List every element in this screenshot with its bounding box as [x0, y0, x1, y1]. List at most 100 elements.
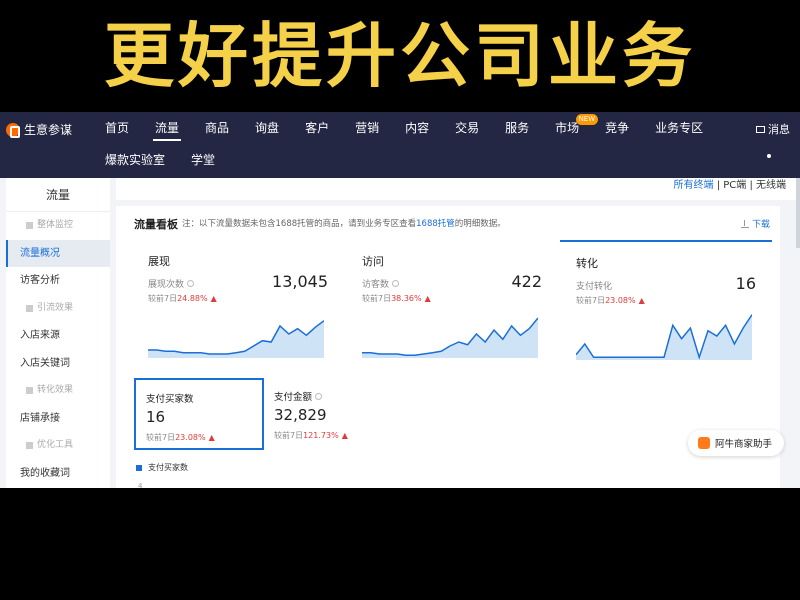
nav-item-academy[interactable]: 学堂	[178, 144, 228, 176]
nav-item-traffic[interactable]: 流量	[142, 112, 192, 144]
chart-legend: 支付买家数	[136, 462, 188, 473]
card-title: 转化	[576, 257, 598, 270]
brand-name: 生意参谋	[24, 123, 73, 137]
sidebar-item-saved-keywords[interactable]: 我的收藏词	[6, 460, 110, 488]
screen-frame: 更好提升公司业务 生意参谋 首页 流量 商品 询盘 客户 营销 内容 交易 服务…	[0, 0, 800, 600]
top-navigation: 生意参谋 首页 流量 商品 询盘 客户 营销 内容 交易 服务 市场 NEW 竞争…	[0, 112, 800, 178]
brand[interactable]: 生意参谋	[6, 121, 72, 138]
sidebar-item-conversion-effect[interactable]: 转化效果	[6, 377, 110, 405]
up-arrow-icon: ▲	[424, 294, 431, 303]
card-value: 422	[511, 272, 542, 291]
terminal-sep: |	[713, 180, 724, 191]
legend-swatch	[136, 464, 142, 471]
metric-card-paying-buyers[interactable]: 支付买家数 16 较前7日23.08% ▲	[134, 378, 264, 450]
help-icon[interactable]	[392, 280, 400, 287]
sidebar-item-entry-keywords[interactable]: 入店关键词	[6, 350, 110, 378]
trend-chart	[148, 320, 324, 358]
nav-item-hot-lab[interactable]: 爆款实验室	[92, 144, 178, 176]
nav-item-home[interactable]: 首页	[92, 112, 142, 144]
card-metric-label: 访客数	[362, 277, 400, 290]
up-arrow-icon: ▲	[638, 296, 645, 305]
traffic-dashboard-panel: 流量看板 注：以下流量数据未包含1688托管的商品，请到业务专区查看1688托管…	[116, 206, 780, 488]
nav-item-service[interactable]: 服务	[492, 112, 542, 144]
terminal-filter: 所有终端 | PC端 | 无线端	[116, 178, 798, 200]
folder-icon	[26, 442, 33, 450]
card-metric-label: 展现次数	[148, 277, 195, 290]
metric-card-visits[interactable]: 访问 访客数 422 较前7日38.36% ▲	[346, 240, 558, 364]
messages-label: 消息	[768, 123, 790, 136]
terminal-sep: |	[746, 180, 756, 191]
metric-card-impressions[interactable]: 展现 展现次数 13,045 较前7日24.88% ▲	[132, 240, 344, 364]
nav-item-trade[interactable]: 交易	[442, 112, 492, 144]
card-title: 支付金额	[274, 389, 323, 403]
card-title: 展现	[148, 255, 170, 268]
nav-item-business-zone[interactable]: 业务专区	[642, 112, 716, 144]
nav-item-inquiry[interactable]: 询盘	[242, 112, 292, 144]
trend-chart	[362, 317, 538, 358]
panel-title: 流量看板	[134, 218, 178, 231]
download-button[interactable]: 下载	[740, 217, 770, 230]
card-value: 16	[735, 274, 756, 293]
trend-area	[362, 318, 538, 358]
folder-icon	[26, 387, 33, 395]
nav-row-secondary: 爆款实验室 学堂	[92, 146, 228, 174]
sidebar-item-traffic-overview[interactable]: 流量概况	[6, 239, 110, 267]
sidebar-item-optimize-tools[interactable]: 优化工具	[6, 432, 110, 460]
messages-link[interactable]: 消息	[756, 121, 790, 137]
terminal-pc[interactable]: PC端	[723, 180, 746, 191]
card-delta: 较前7日38.36% ▲	[362, 294, 431, 303]
video-banner: 更好提升公司业务	[0, 0, 800, 112]
card-delta: 较前7日23.08% ▲	[146, 433, 215, 442]
scrollbar[interactable]	[796, 178, 800, 248]
sidebar-item-overall-monitor[interactable]: 整体监控	[6, 212, 110, 240]
assistant-button[interactable]: 阿牛商家助手	[688, 430, 784, 456]
folder-icon	[26, 304, 33, 312]
nav-item-content[interactable]: 内容	[392, 112, 442, 144]
folder-icon	[26, 222, 33, 230]
envelope-icon	[756, 125, 765, 133]
assistant-label: 阿牛商家助手	[715, 439, 773, 450]
help-icon[interactable]	[315, 392, 323, 400]
nav-item-market[interactable]: 市场 NEW	[542, 112, 599, 144]
terminal-wireless[interactable]: 无线端	[756, 180, 786, 191]
assistant-icon	[698, 437, 710, 449]
hosted-link[interactable]: 1688托管	[416, 219, 455, 229]
legend-label: 支付买家数	[148, 463, 188, 472]
up-arrow-icon: ▲	[208, 433, 215, 442]
up-arrow-icon: ▲	[210, 294, 217, 303]
terminal-all[interactable]: 所有终端	[674, 180, 714, 191]
brand-logo-icon	[6, 122, 20, 138]
card-value: 13,045	[272, 272, 328, 291]
download-icon	[740, 219, 749, 228]
sidebar-item-traffic-effect[interactable]: 引流效果	[6, 295, 110, 323]
sidebar: 流量 整体监控 流量概况 访客分析 引流效果 入店来源 入店关键词 转化效果 店…	[6, 178, 110, 488]
nav-item-customers[interactable]: 客户	[292, 112, 342, 144]
up-arrow-icon: ▲	[341, 431, 348, 440]
sidebar-item-store-landing[interactable]: 店铺承接	[6, 405, 110, 433]
card-value: 32,829	[274, 406, 327, 424]
y-axis-tick: 4	[138, 482, 143, 488]
nav-row-primary: 首页 流量 商品 询盘 客户 营销 内容 交易 服务 市场 NEW 竞争 业务专区	[92, 112, 716, 144]
sidebar-item-visitor-analysis[interactable]: 访客分析	[6, 267, 110, 295]
trend-chart	[576, 314, 752, 360]
trend-area	[576, 314, 752, 360]
sidebar-title: 流量	[6, 178, 110, 212]
card-delta: 较前7日24.88% ▲	[148, 294, 217, 303]
card-metric-label: 支付转化	[576, 282, 613, 292]
notification-dot	[767, 154, 771, 158]
nav-item-competition[interactable]: 竞争	[592, 112, 642, 144]
card-delta: 较前7日23.08% ▲	[576, 296, 645, 305]
card-title: 支付买家数	[146, 394, 194, 405]
metric-card-conversion[interactable]: 转化 支付转化 16 较前7日23.08% ▲	[560, 240, 772, 364]
card-title: 访问	[362, 255, 384, 268]
help-icon[interactable]	[187, 280, 195, 287]
card-delta: 较前7日121.73% ▲	[274, 431, 348, 440]
nav-item-marketing[interactable]: 营销	[342, 112, 392, 144]
app-window: 生意参谋 首页 流量 商品 询盘 客户 营销 内容 交易 服务 市场 NEW 竞争…	[0, 112, 800, 488]
sidebar-item-entry-source[interactable]: 入店来源	[6, 322, 110, 350]
metric-card-payment-amount[interactable]: 支付金额 32,829 较前7日121.73% ▲	[264, 378, 394, 450]
card-value: 16	[146, 408, 166, 426]
download-label: 下载	[751, 220, 770, 230]
nav-item-products[interactable]: 商品	[192, 112, 242, 144]
banner-caption: 更好提升公司业务	[104, 15, 696, 97]
